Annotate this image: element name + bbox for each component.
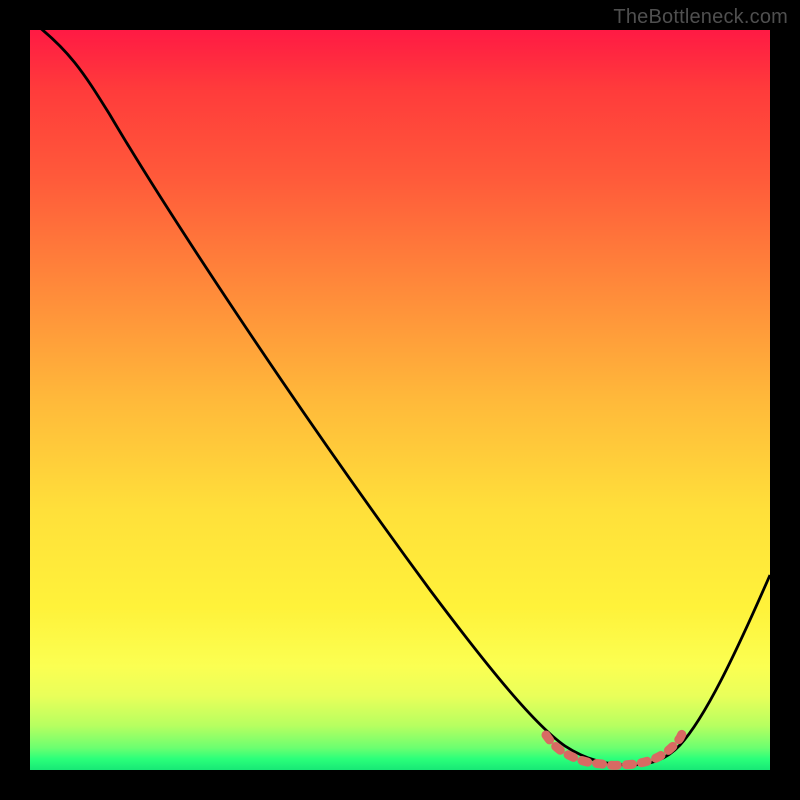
chart-frame: TheBottleneck.com xyxy=(0,0,800,800)
curve-layer xyxy=(30,30,770,770)
watermark-text: TheBottleneck.com xyxy=(613,6,788,29)
bottleneck-curve xyxy=(30,30,770,765)
plot-area xyxy=(30,30,770,770)
